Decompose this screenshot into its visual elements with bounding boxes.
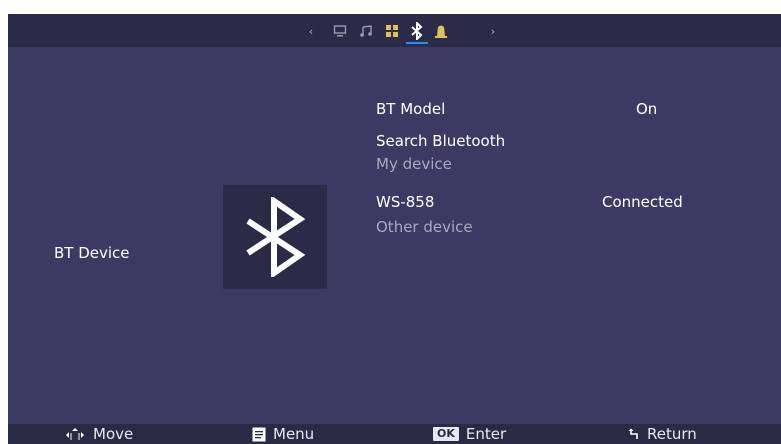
category-tab-bar: ‹ › bbox=[8, 14, 781, 47]
tab-picture[interactable] bbox=[330, 20, 350, 42]
enter-label: Enter bbox=[465, 425, 507, 443]
tab-left-arrow[interactable]: ‹ bbox=[304, 20, 318, 42]
bt-model-label[interactable]: BT Model bbox=[376, 100, 445, 118]
return-icon bbox=[628, 428, 640, 440]
bluetooth-icon bbox=[411, 22, 423, 40]
grid-icon bbox=[386, 25, 398, 37]
bt-settings-screen: ‹ › BT Device BT Model On Search Bluetoo… bbox=[8, 14, 781, 444]
search-bluetooth-item[interactable]: Search Bluetooth bbox=[376, 132, 505, 150]
tab-apps[interactable] bbox=[382, 20, 402, 42]
bt-model-value[interactable]: On bbox=[636, 100, 657, 118]
bluetooth-tile bbox=[223, 185, 327, 289]
bell-icon bbox=[435, 25, 447, 38]
tab-notifications[interactable] bbox=[432, 20, 450, 42]
hint-menu: Menu bbox=[252, 424, 314, 444]
menu-label: Menu bbox=[273, 425, 315, 443]
tab-right-arrow[interactable]: › bbox=[486, 20, 500, 42]
move-label: Move bbox=[93, 425, 134, 443]
page-title: BT Device bbox=[54, 244, 130, 262]
dpad-icon bbox=[64, 427, 86, 441]
bluetooth-large-icon bbox=[246, 197, 306, 277]
my-device-header: My device bbox=[376, 155, 452, 173]
hint-move: Move bbox=[64, 424, 133, 444]
device-name[interactable]: WS-858 bbox=[376, 193, 434, 211]
chevron-right-icon: › bbox=[490, 24, 496, 38]
device-status: Connected bbox=[602, 193, 683, 211]
return-label: Return bbox=[647, 425, 697, 443]
hint-return: Return bbox=[628, 424, 697, 444]
hint-enter: OK Enter bbox=[433, 424, 506, 444]
tab-bluetooth[interactable] bbox=[406, 20, 428, 44]
chevron-left-icon: ‹ bbox=[308, 24, 314, 38]
menu-icon bbox=[252, 427, 266, 442]
music-note-icon bbox=[360, 25, 372, 37]
ok-badge: OK bbox=[433, 427, 459, 441]
footer-hint-bar: Move Menu OK Enter Return bbox=[8, 424, 781, 444]
monitor-icon bbox=[333, 25, 347, 37]
other-device-header: Other device bbox=[376, 218, 473, 236]
tab-sound[interactable] bbox=[356, 20, 376, 42]
